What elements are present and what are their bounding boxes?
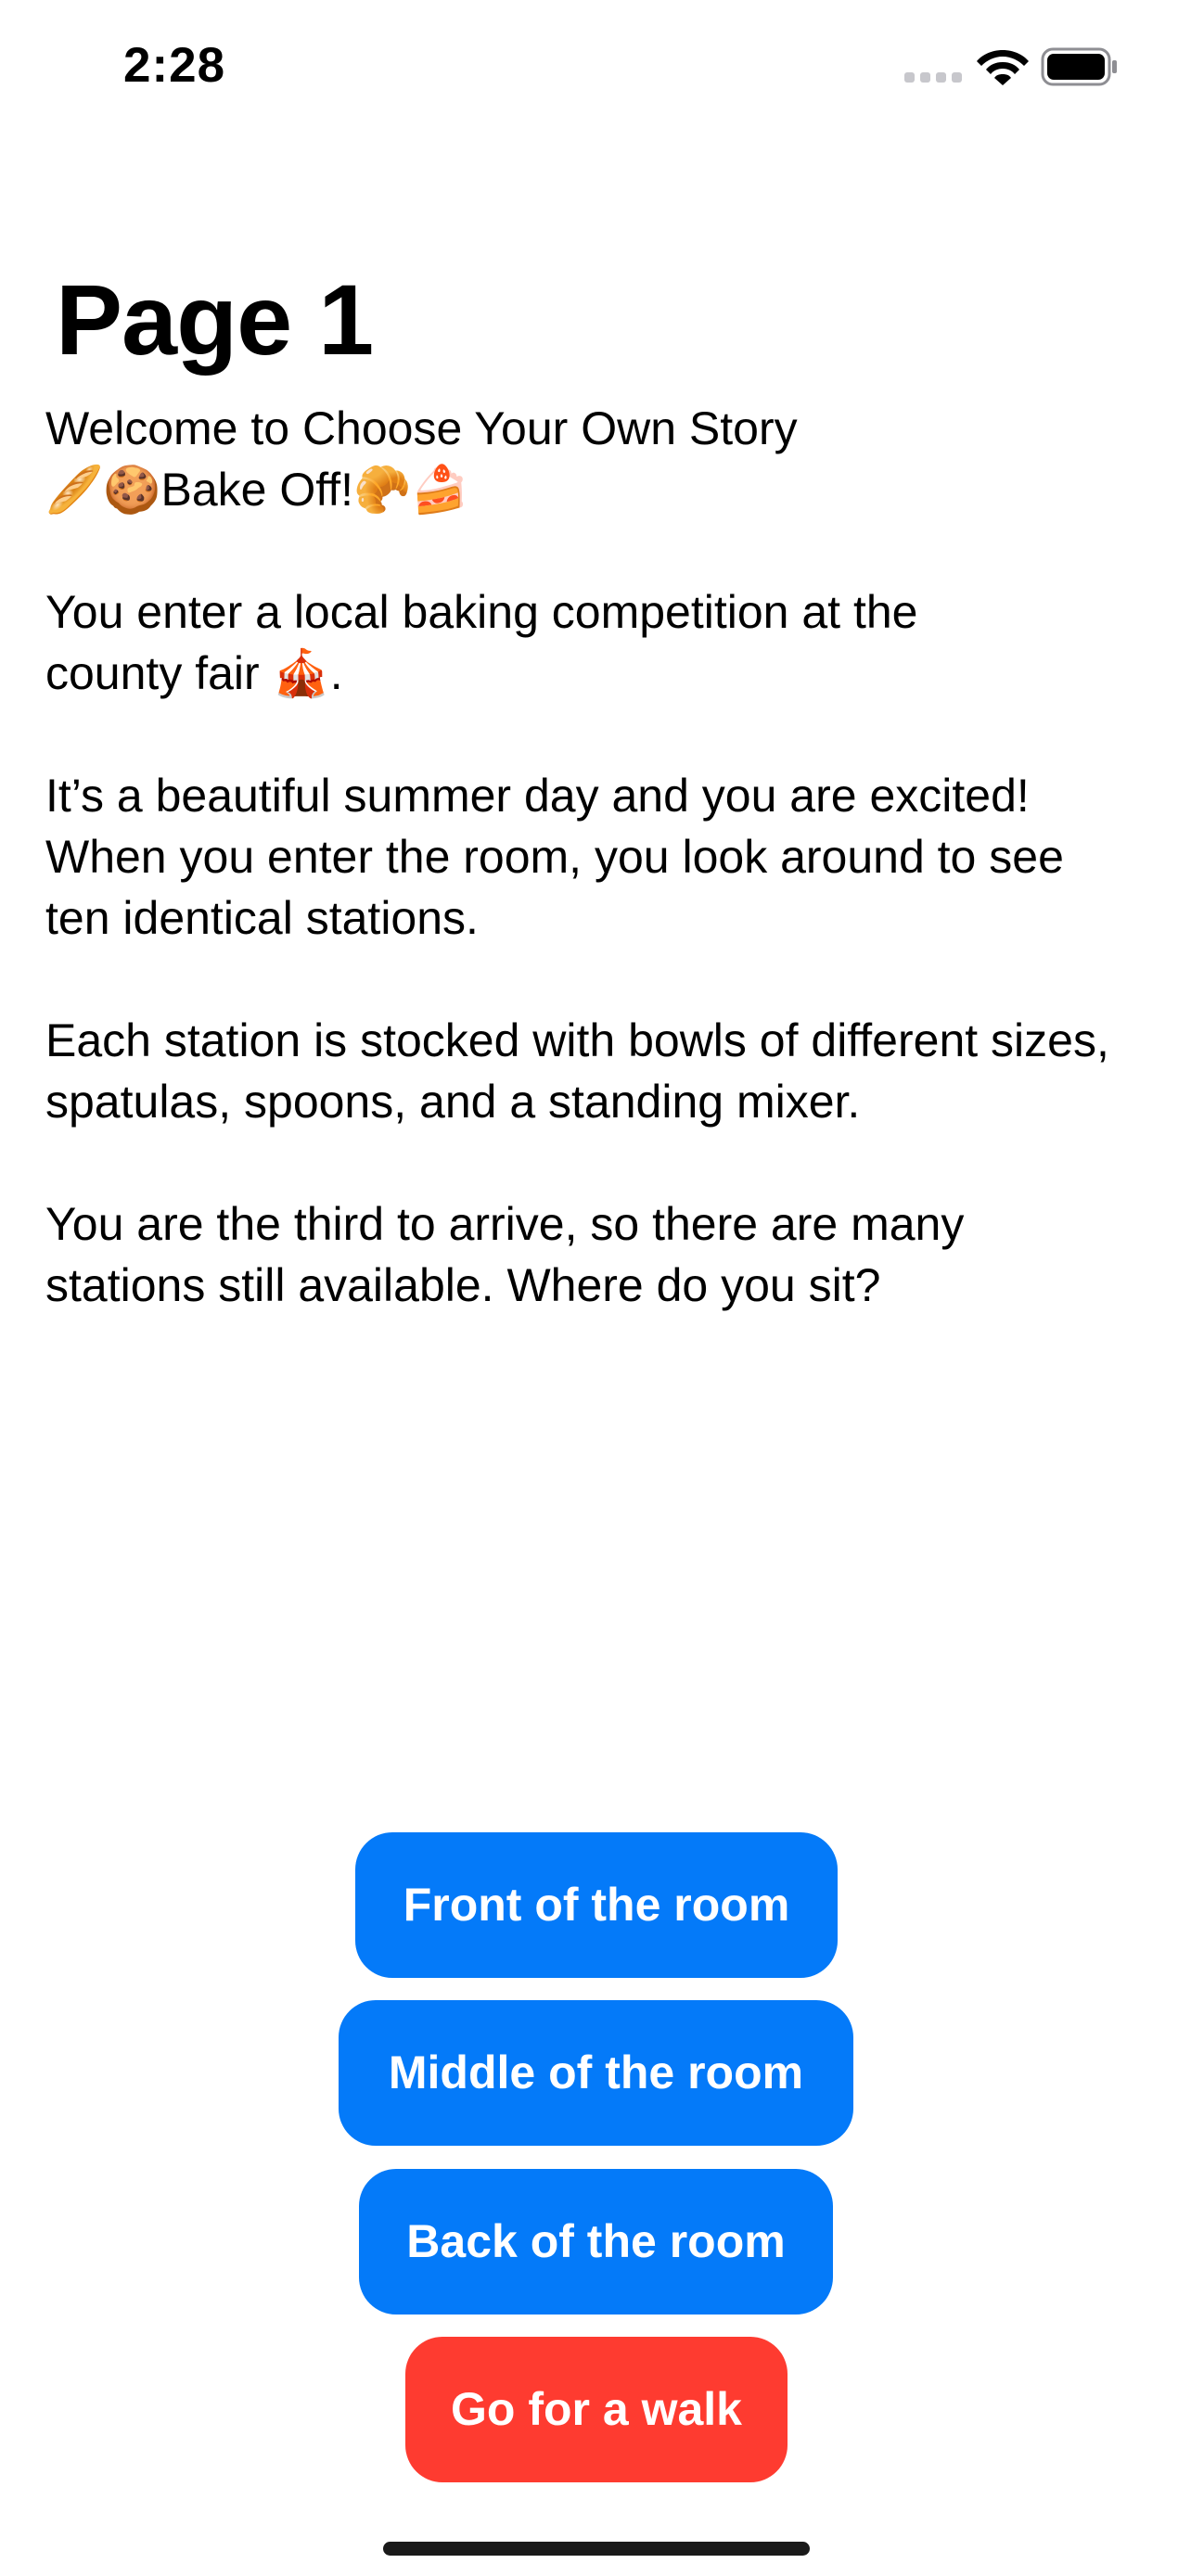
story-paragraph-question: You are the third to arrive, so there ar… (45, 1198, 965, 1311)
home-indicator[interactable] (383, 2542, 810, 2556)
status-bar: 2:28 (0, 0, 1191, 130)
status-time: 2:28 (123, 38, 226, 93)
back-of-room-button[interactable]: Back of the room (359, 2169, 833, 2315)
story-paragraph-competition: You enter a local baking competition at … (45, 586, 918, 699)
front-of-room-button[interactable]: Front of the room (355, 1832, 838, 1978)
cellular-signal-icon (904, 72, 962, 83)
story-text: Welcome to Choose Your Own Story 🥖🍪Bake … (45, 398, 1168, 1316)
story-paragraph-summer-day: It’s a beautiful summer day and you are … (45, 770, 1064, 944)
story-paragraph-welcome: Welcome to Choose Your Own Story 🥖🍪Bake … (45, 402, 798, 516)
page-title: Page 1 (56, 263, 374, 376)
middle-of-room-button[interactable]: Middle of the room (339, 2000, 853, 2146)
battery-icon (1041, 47, 1117, 86)
story-paragraph-stations: Each station is stocked with bowls of di… (45, 1014, 1109, 1128)
wifi-icon (977, 50, 1029, 85)
go-for-walk-button[interactable]: Go for a walk (405, 2337, 788, 2482)
